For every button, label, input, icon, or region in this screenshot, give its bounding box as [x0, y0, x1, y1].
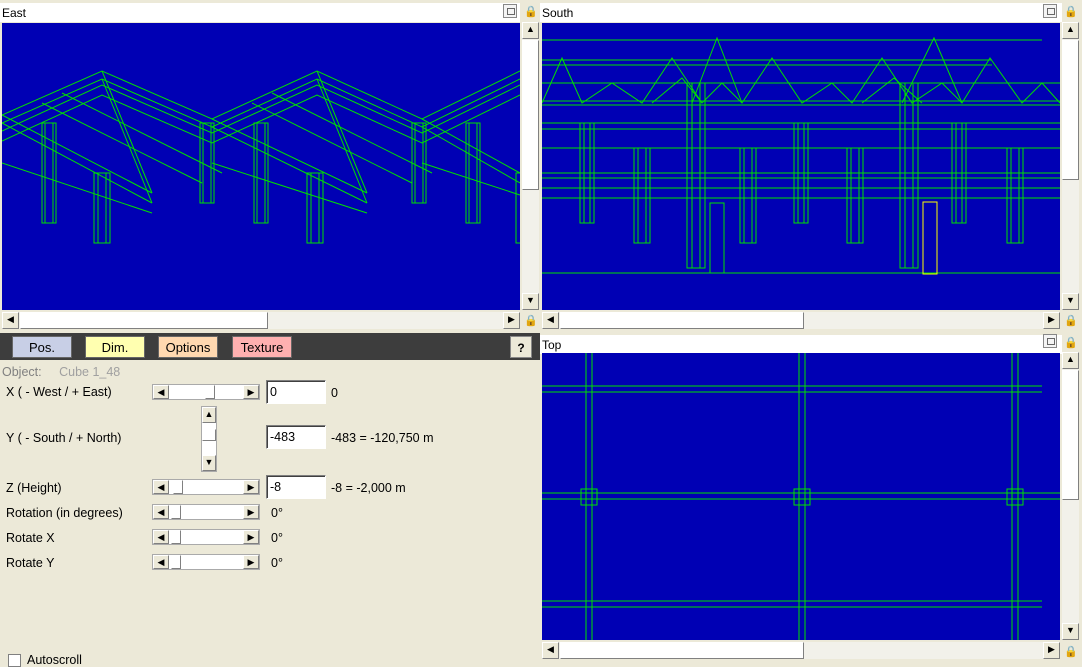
east-horizontal-scrollbar[interactable]: ◀ ▶ [2, 312, 520, 329]
scroll-thumb[interactable] [560, 312, 804, 329]
scroll-thumb[interactable] [1062, 40, 1079, 180]
scroll-thumb[interactable] [560, 642, 804, 659]
x-result: 0 [331, 386, 338, 400]
tab-pos[interactable]: Pos. [12, 336, 72, 358]
tab-dim[interactable]: Dim. [85, 336, 145, 358]
autoscroll-checkbox[interactable] [8, 654, 21, 667]
top-corner-lock-icon[interactable]: 🔒 [1064, 644, 1078, 660]
rotate-x-result: 0° [271, 531, 283, 545]
rotate-x-label: Rotate X [6, 531, 55, 545]
x-decrement-button[interactable]: ◀ [153, 385, 169, 399]
scroll-up-button[interactable]: ▲ [1062, 352, 1079, 369]
top-horizontal-scrollbar[interactable]: ◀ ▶ [542, 642, 1060, 659]
scroll-thumb[interactable] [1062, 370, 1079, 500]
south-view-title-text: South [542, 6, 574, 20]
scroll-down-button[interactable]: ▼ [522, 293, 539, 310]
scroll-left-button[interactable]: ◀ [542, 312, 559, 329]
y-increment-button[interactable]: ▲ [202, 407, 216, 423]
z-label: Z (Height) [6, 481, 62, 495]
south-wireframe [542, 36, 1060, 275]
scroll-left-button[interactable]: ◀ [2, 312, 19, 329]
scroll-up-button[interactable]: ▲ [1062, 22, 1079, 39]
rotate-y-label: Rotate Y [6, 556, 55, 570]
z-slider-thumb[interactable] [173, 480, 183, 494]
rotation-decrement-button[interactable]: ◀ [153, 505, 169, 519]
autoscroll-label: Autoscroll [27, 653, 82, 667]
object-label-text: Object: [2, 365, 42, 379]
scroll-right-button[interactable]: ▶ [1043, 312, 1060, 329]
rotation-label: Rotation (in degrees) [6, 506, 123, 520]
z-decrement-button[interactable]: ◀ [153, 480, 169, 494]
scroll-thumb[interactable] [20, 312, 268, 329]
rotation-result: 0° [271, 506, 283, 520]
top-wireframe [542, 353, 1060, 640]
east-vertical-scrollbar[interactable]: ▲ ▼ [522, 22, 539, 310]
y-slider-thumb[interactable] [202, 429, 216, 441]
rotate-y-slider-thumb[interactable] [171, 555, 181, 569]
east-maximize-button[interactable] [503, 4, 517, 18]
scroll-down-button[interactable]: ▼ [1062, 293, 1079, 310]
south-corner-lock-icon[interactable]: 🔒 [1064, 313, 1078, 329]
scroll-right-button[interactable]: ▶ [1043, 642, 1060, 659]
east-wireframe [2, 70, 520, 244]
rotate-x-decrement-button[interactable]: ◀ [153, 530, 169, 544]
z-increment-button[interactable]: ▶ [243, 480, 259, 494]
rotate-y-result: 0° [271, 556, 283, 570]
scroll-down-button[interactable]: ▼ [1062, 623, 1079, 640]
help-icon[interactable]: ? [510, 336, 532, 358]
object-label: Object: Cube 1_48 [2, 365, 120, 379]
east-corner-lock-icon[interactable]: 🔒 [524, 313, 538, 329]
y-decrement-button[interactable]: ▼ [202, 455, 216, 471]
rotation-slider-thumb[interactable] [171, 505, 181, 519]
scroll-right-button[interactable]: ▶ [503, 312, 520, 329]
top-maximize-button[interactable] [1043, 334, 1057, 348]
rotate-y-decrement-button[interactable]: ◀ [153, 555, 169, 569]
top-vertical-scrollbar[interactable]: ▲ ▼ [1062, 352, 1079, 640]
y-result: -483 = -120,750 m [331, 431, 434, 445]
rotate-y-slider[interactable]: ◀ ▶ [152, 554, 260, 570]
x-slider-thumb[interactable] [205, 385, 215, 399]
rotate-x-slider[interactable]: ◀ ▶ [152, 529, 260, 545]
rotate-y-increment-button[interactable]: ▶ [243, 555, 259, 569]
tab-options[interactable]: Options [158, 336, 218, 358]
y-input[interactable]: -483 [266, 425, 326, 449]
rotation-slider[interactable]: ◀ ▶ [152, 504, 260, 520]
y-label: Y ( - South / + North) [6, 431, 122, 445]
top-lock-icon[interactable]: 🔒 [1064, 335, 1078, 351]
x-increment-button[interactable]: ▶ [243, 385, 259, 399]
east-view-title-text: East [2, 6, 27, 20]
top-view-title: Top [540, 335, 1062, 354]
east-lock-icon[interactable]: 🔒 [524, 4, 538, 20]
x-slider[interactable]: ◀ ▶ [152, 384, 260, 400]
rotate-x-slider-thumb[interactable] [171, 530, 181, 544]
z-input[interactable]: -8 [266, 475, 326, 499]
south-view-title: South [540, 3, 1062, 22]
south-maximize-button[interactable] [1043, 4, 1057, 18]
z-result: -8 = -2,000 m [331, 481, 406, 495]
x-input[interactable]: 0 [266, 380, 326, 404]
scroll-thumb[interactable] [522, 40, 539, 190]
south-horizontal-scrollbar[interactable]: ◀ ▶ [542, 312, 1060, 329]
rotate-x-increment-button[interactable]: ▶ [243, 530, 259, 544]
top-view-title-text: Top [542, 338, 562, 352]
south-viewport[interactable] [542, 23, 1060, 310]
rotation-increment-button[interactable]: ▶ [243, 505, 259, 519]
top-viewport[interactable] [542, 353, 1060, 640]
east-viewport[interactable] [2, 23, 520, 310]
scroll-left-button[interactable]: ◀ [542, 642, 559, 659]
x-label: X ( - West / + East) [6, 385, 112, 399]
south-lock-icon[interactable]: 🔒 [1064, 4, 1078, 20]
scroll-up-button[interactable]: ▲ [522, 22, 539, 39]
object-name: Cube 1_48 [59, 365, 121, 379]
tab-texture[interactable]: Texture [232, 336, 292, 358]
y-slider[interactable]: ▲ ▼ [201, 406, 217, 472]
z-slider[interactable]: ◀ ▶ [152, 479, 260, 495]
south-vertical-scrollbar[interactable]: ▲ ▼ [1062, 22, 1079, 310]
east-view-title: East [0, 3, 520, 22]
